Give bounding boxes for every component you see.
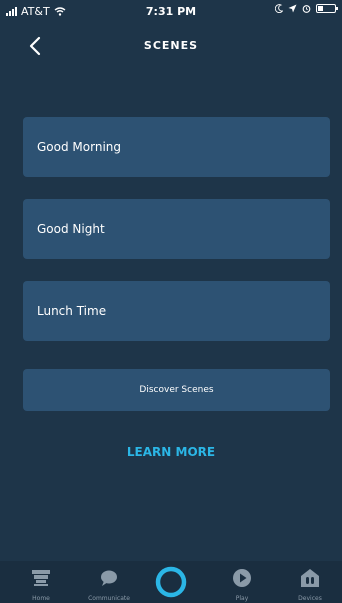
scene-card-good-night[interactable]: Good Night	[23, 199, 330, 259]
nav-label-play: Play	[235, 595, 249, 602]
nav-label-home: Home	[32, 595, 50, 602]
alexa-ring-icon	[155, 566, 187, 598]
bottom-nav: Home Communicate Play Devices	[0, 561, 342, 603]
nav-item-communicate[interactable]: Communicate	[79, 561, 139, 603]
page-title: SCENES	[143, 39, 199, 52]
moon-icon	[275, 4, 283, 13]
devices-icon	[301, 569, 319, 587]
nav-item-devices[interactable]: Devices	[280, 561, 340, 603]
scene-card-good-morning[interactable]: Good Morning	[23, 117, 330, 177]
discover-scenes-button[interactable]: Discover Scenes	[23, 369, 330, 411]
chat-bubble-icon	[101, 570, 117, 586]
scene-label: Good Morning	[37, 140, 121, 154]
discover-scenes-label: Discover Scenes	[139, 385, 214, 395]
scene-label: Lunch Time	[37, 304, 107, 318]
location-arrow-icon	[288, 4, 297, 13]
play-icon	[233, 569, 251, 587]
app-frame: AT&T 7:31 PM SCENES Good Morning Good Ni…	[0, 0, 342, 603]
nav-label-devices: Devices	[298, 595, 322, 602]
status-bar: AT&T 7:31 PM	[0, 0, 342, 22]
nav-label-communicate: Communicate	[88, 595, 130, 602]
battery-level	[318, 6, 323, 11]
header: SCENES	[0, 30, 342, 64]
nav-item-home[interactable]: Home	[11, 561, 71, 603]
alarm-icon	[302, 5, 311, 13]
home-icon	[32, 570, 50, 586]
scene-label: Good Night	[37, 222, 105, 236]
status-right	[275, 4, 338, 13]
nav-item-alexa[interactable]	[141, 561, 201, 603]
nav-item-play[interactable]: Play	[212, 561, 272, 603]
learn-more-link[interactable]: LEARN MORE	[0, 445, 342, 459]
scene-card-lunch-time[interactable]: Lunch Time	[23, 281, 330, 341]
battery-icon	[316, 4, 338, 13]
